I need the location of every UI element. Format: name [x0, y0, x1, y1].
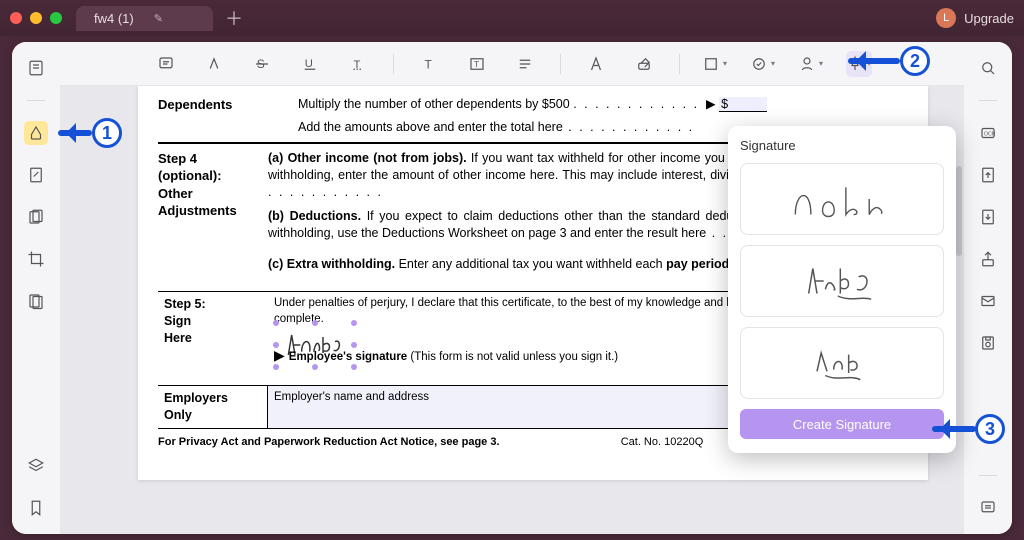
text-style-tool-icon[interactable]: T — [345, 51, 371, 77]
mail-icon[interactable] — [976, 289, 1000, 313]
signature-caption: ▶Employee's signature (This form is not … — [274, 346, 618, 366]
document-tab[interactable]: fw4 (1) ✎ — [76, 6, 213, 31]
minimize-window-button[interactable] — [30, 12, 42, 24]
dependents-line: Multiply the number of other dependents … — [298, 97, 570, 111]
close-window-button[interactable] — [10, 12, 22, 24]
stamp-tool-icon[interactable] — [750, 51, 776, 77]
eraser-tool-icon[interactable] — [631, 51, 657, 77]
edit-page-icon[interactable] — [24, 163, 48, 187]
annotation-toolbar: S U T T T — [60, 42, 964, 86]
export-icon[interactable] — [976, 205, 1000, 229]
add-tab-button[interactable]: ＋ — [225, 5, 243, 31]
svg-text:OCR: OCR — [984, 131, 996, 137]
right-sidebar: OCR — [964, 42, 1012, 534]
note-tool-icon[interactable] — [153, 51, 179, 77]
underline-tool-icon[interactable]: U — [297, 51, 323, 77]
leader-dots — [573, 97, 699, 111]
dependents-amount-field[interactable]: $ — [719, 97, 767, 112]
signature-popover-title: Signature — [740, 138, 944, 153]
compress-icon[interactable] — [24, 289, 48, 313]
annotation-badge-3: 3 — [975, 414, 1005, 444]
window-controls — [10, 12, 62, 24]
thumbnails-icon[interactable] — [24, 56, 48, 80]
window-titlebar: fw4 (1) ✎ ＋ L Upgrade — [0, 0, 1024, 36]
strikethrough-tool-icon[interactable]: S — [249, 51, 275, 77]
text-tool-icon[interactable]: T — [416, 51, 442, 77]
signature-popover: Signature Create Signature — [728, 126, 956, 453]
signature-option-2[interactable] — [740, 245, 944, 317]
page-manage-icon[interactable] — [24, 205, 48, 229]
convert-icon[interactable] — [976, 163, 1000, 187]
layers-icon[interactable] — [24, 454, 48, 478]
employer-name-field[interactable]: Employer's name and address — [268, 386, 768, 428]
maximize-window-button[interactable] — [50, 12, 62, 24]
shape-tool-icon[interactable] — [702, 51, 728, 77]
share-icon[interactable] — [976, 247, 1000, 271]
svg-text:T: T — [474, 60, 479, 69]
bookmark-icon[interactable] — [24, 496, 48, 520]
employers-label: Employers — [164, 391, 228, 405]
highlight-tool-icon[interactable] — [201, 51, 227, 77]
step5-label: Step 5: — [164, 297, 206, 311]
app-frame: S U T T T Dependents Multiply the number — [12, 42, 1012, 534]
svg-text:U: U — [304, 58, 312, 70]
dependents-label: Dependents — [158, 96, 268, 136]
upgrade-button[interactable]: L Upgrade — [936, 8, 1014, 28]
rename-tab-icon[interactable]: ✎ — [154, 12, 163, 25]
paragraph-tool-icon[interactable] — [512, 51, 538, 77]
dependents-total-line: Add the amounts above and enter the tota… — [298, 120, 563, 134]
properties-icon[interactable] — [976, 496, 1000, 520]
annotate-tool-icon[interactable] — [24, 121, 48, 145]
create-signature-button[interactable]: Create Signature — [740, 409, 944, 439]
crop-icon[interactable] — [24, 247, 48, 271]
upgrade-label: Upgrade — [964, 11, 1014, 26]
signature-option-1[interactable] — [740, 163, 944, 235]
footer-catno: Cat. No. 10220Q — [621, 435, 704, 450]
left-sidebar — [12, 42, 60, 534]
pen-tool-icon[interactable] — [583, 51, 609, 77]
signature-option-3[interactable] — [740, 327, 944, 399]
link-tool-icon[interactable] — [798, 51, 824, 77]
vertical-scrollbar[interactable] — [956, 166, 962, 256]
search-icon[interactable] — [976, 56, 1000, 80]
footer-left: For Privacy Act and Paperwork Reduction … — [158, 435, 500, 450]
save-icon[interactable] — [976, 331, 1000, 355]
annotation-badge-2: 2 — [900, 46, 930, 76]
ocr-icon[interactable]: OCR — [976, 121, 1000, 145]
annotation-badge-1: 1 — [92, 118, 122, 148]
avatar: L — [936, 8, 956, 28]
document-tab-label: fw4 (1) — [94, 11, 134, 26]
step4-label: Step 4 (optional): Other Adjustments — [158, 150, 268, 273]
svg-text:T: T — [424, 57, 432, 71]
textbox-tool-icon[interactable]: T — [464, 51, 490, 77]
